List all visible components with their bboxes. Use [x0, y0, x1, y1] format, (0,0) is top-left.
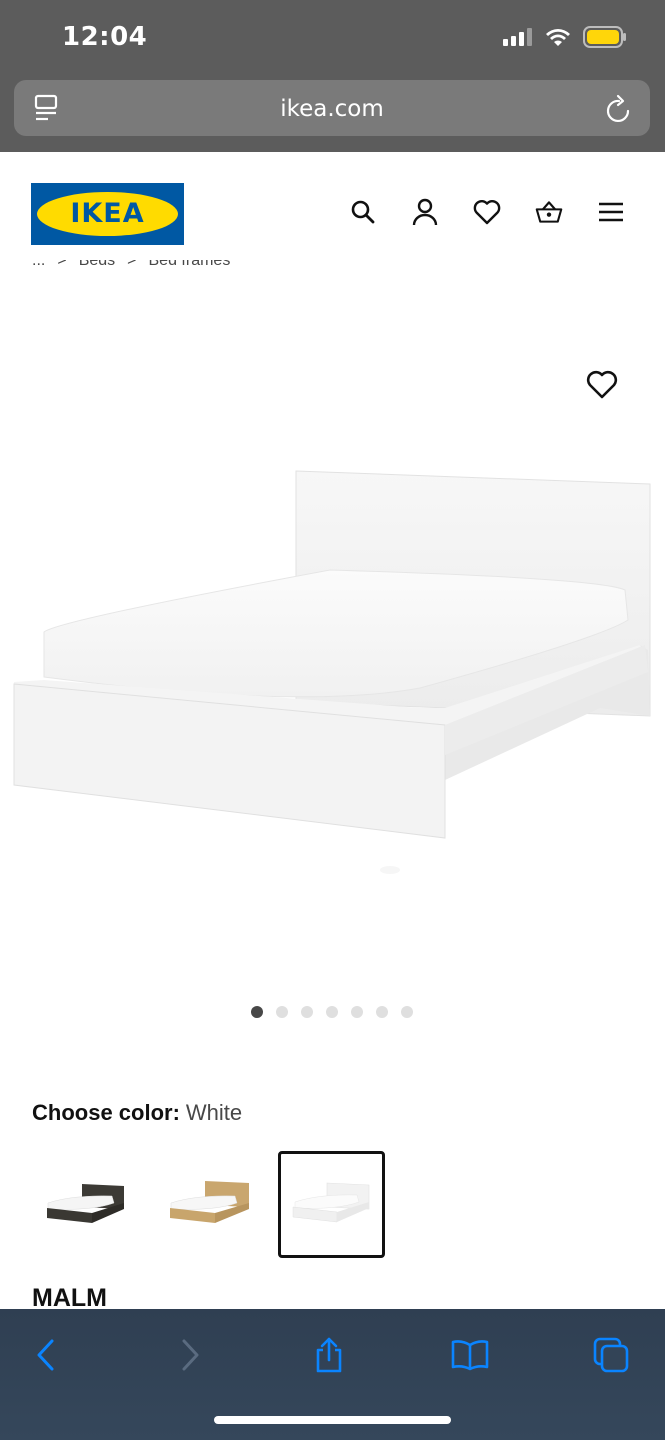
- add-to-favorites-icon[interactable]: [586, 369, 618, 401]
- breadcrumb-separator: >: [57, 260, 67, 269]
- color-chooser-label: Choose color: White: [32, 1100, 242, 1126]
- search-icon[interactable]: [349, 198, 377, 226]
- reload-icon[interactable]: [604, 92, 634, 124]
- ikea-logo[interactable]: IKEA: [31, 183, 184, 245]
- site-header: IKEA: [0, 152, 665, 264]
- menu-icon[interactable]: [597, 198, 625, 226]
- forward-icon[interactable]: [170, 1335, 210, 1375]
- breadcrumb: ... > Beds > Bed frames: [32, 260, 632, 282]
- color-label: Choose color:: [32, 1100, 180, 1125]
- product-image[interactable]: [0, 440, 665, 900]
- status-bar: 12:04: [0, 0, 665, 76]
- account-icon[interactable]: [411, 198, 439, 226]
- color-value: White: [185, 1100, 243, 1125]
- pager-dot[interactable]: [401, 1006, 413, 1018]
- breadcrumb-item-more[interactable]: ...: [32, 260, 45, 270]
- pager-dot[interactable]: [351, 1006, 363, 1018]
- cellular-signal-icon: [503, 28, 532, 46]
- pager-dot[interactable]: [376, 1006, 388, 1018]
- pager-dot[interactable]: [251, 1006, 263, 1018]
- swatch-white[interactable]: [278, 1151, 385, 1258]
- favorites-icon[interactable]: [473, 198, 501, 226]
- share-icon[interactable]: [309, 1335, 349, 1375]
- back-icon[interactable]: [26, 1335, 66, 1375]
- breadcrumb-item-bed-frames[interactable]: Bed frames: [149, 260, 231, 270]
- logo-wordmark: IKEA: [70, 198, 145, 229]
- status-time: 12:04: [62, 22, 148, 52]
- breadcrumb-separator: >: [127, 260, 137, 269]
- bookmarks-icon[interactable]: [450, 1335, 490, 1375]
- breadcrumb-item-beds[interactable]: Beds: [79, 260, 115, 270]
- color-swatches: [32, 1151, 401, 1258]
- pager-dot[interactable]: [276, 1006, 288, 1018]
- cart-icon[interactable]: [535, 198, 563, 226]
- url-text: ikea.com: [280, 96, 384, 122]
- header-actions: [349, 198, 625, 226]
- browser-address-area: ikea.com: [0, 76, 665, 152]
- pager-dot[interactable]: [301, 1006, 313, 1018]
- home-indicator[interactable]: [214, 1416, 451, 1424]
- swatch-oak-veneer[interactable]: [155, 1151, 262, 1258]
- pager-dot[interactable]: [326, 1006, 338, 1018]
- wifi-icon: [546, 29, 570, 46]
- image-pager: [251, 1006, 413, 1018]
- battery-icon: [583, 26, 626, 48]
- swatch-black-brown[interactable]: [32, 1151, 139, 1258]
- address-bar[interactable]: ikea.com: [14, 80, 650, 136]
- status-icons: [503, 26, 627, 48]
- tabs-icon[interactable]: [591, 1335, 631, 1375]
